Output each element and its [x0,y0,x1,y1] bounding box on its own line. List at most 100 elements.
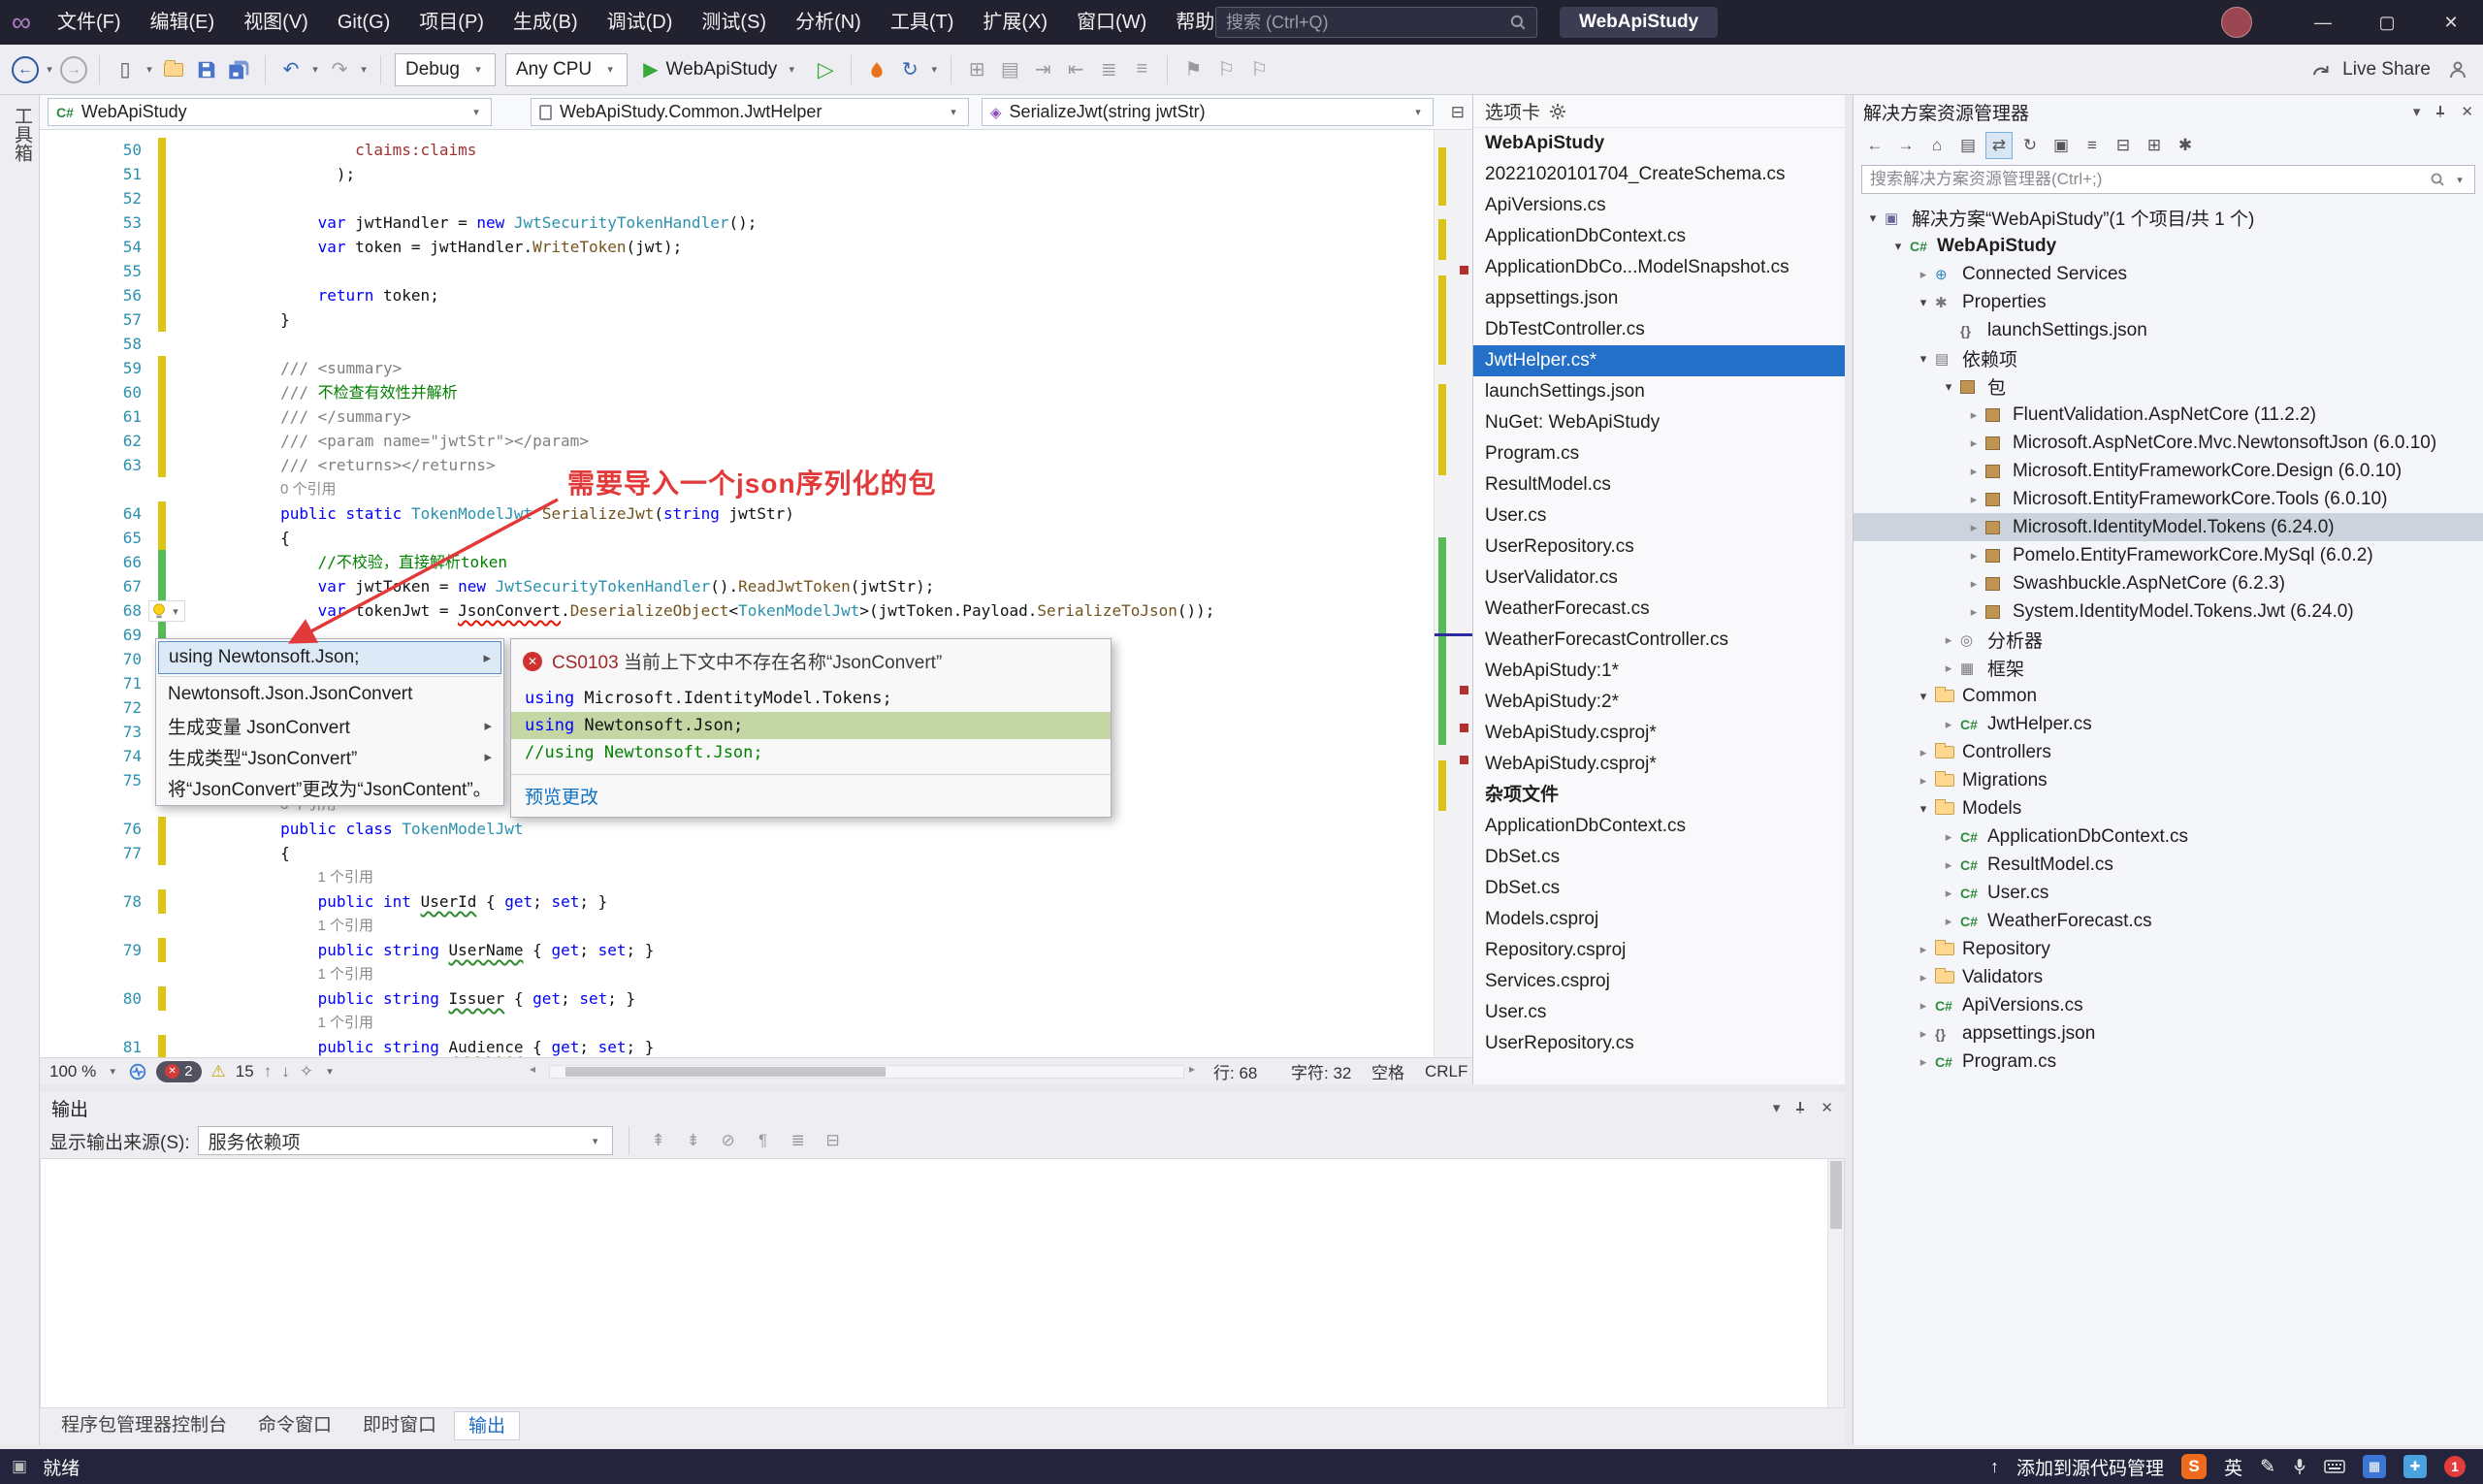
close-icon[interactable]: ✕ [2461,103,2473,120]
vertical-splitter[interactable] [1845,95,1853,1445]
expander-icon[interactable]: ▸ [1962,436,1985,451]
zoom-level[interactable]: 100 % [49,1062,96,1081]
live-share-icon[interactable] [2306,54,2337,85]
expander-icon[interactable]: ▾ [1912,351,1935,367]
code-line-text[interactable]: var jwtHandler = new JwtSecurityTokenHan… [206,210,757,235]
indent-icon[interactable]: ⇥ [1027,54,1058,85]
uncomment-icon[interactable]: ≡ [1126,54,1157,85]
tree-item[interactable]: ▸System.IdentityModel.Tokens.Jwt (6.24.0… [1854,597,2483,626]
quick-search[interactable] [1215,7,1537,38]
restart-app-button[interactable]: ↻ [894,54,925,85]
code-line-text[interactable]: { [206,526,290,550]
add-to-source-control-button[interactable]: 添加到源代码管理 [2016,1454,2164,1480]
save-all-button[interactable] [224,54,255,85]
hot-reload-dropdown-icon[interactable]: ▾ [927,63,941,76]
tree-item[interactable]: ▸Microsoft.EntityFrameworkCore.Design (6… [1854,457,2483,485]
menu-item[interactable]: 生成(B) [499,0,593,45]
notification-badge[interactable]: 1 [2444,1456,2466,1477]
expander-icon[interactable]: ▾ [1912,295,1935,310]
expander-icon[interactable]: ▸ [1912,773,1935,789]
quick-fix-item[interactable]: 将“JsonConvert”更改为“JsonContent”。 [158,772,501,803]
open-document-item[interactable]: DbSet.cs [1473,873,1845,904]
editor-scrollbar[interactable] [1434,130,1472,1057]
menu-item[interactable]: 测试(S) [687,0,781,45]
code-line-text[interactable]: /// </summary> [206,404,411,429]
tree-item[interactable]: ▸Microsoft.EntityFrameworkCore.Tools (6.… [1854,485,2483,513]
tree-item[interactable]: ▸◎分析器 [1854,626,2483,654]
open-document-item[interactable]: ResultModel.cs [1473,469,1845,500]
open-document-item[interactable]: WebApiStudy:2* [1473,687,1845,718]
ime-pencil-icon[interactable]: ✎ [2260,1456,2275,1478]
indent-mode[interactable]: 空格 [1371,1058,1404,1084]
tree-item[interactable]: ▸C#User.cs [1854,879,2483,907]
ime-mode[interactable]: 英 [2224,1454,2242,1480]
open-document-item[interactable]: Program.cs [1473,438,1845,469]
expander-icon[interactable]: ▸ [1937,661,1960,676]
panel-tab[interactable]: 程序包管理器控制台 [48,1411,241,1440]
expander-icon[interactable]: ▸ [1962,548,1985,564]
feedback-icon[interactable] [2442,54,2473,85]
nest-files-icon[interactable]: ▣ [2048,132,2075,159]
ime-settings-icon[interactable]: ✚ [2403,1455,2427,1478]
output-scrollbar-thumb[interactable] [1830,1161,1842,1229]
solution-platforms-dropdown[interactable]: Any CPU▾ [505,53,628,86]
start-debugging-button[interactable]: ▶ WebApiStudy ▾ [633,57,808,81]
maximize-button[interactable]: ▢ [2355,0,2419,45]
open-document-item[interactable]: WebApiStudy:1* [1473,656,1845,687]
menu-item[interactable]: 视图(V) [229,0,323,45]
minimize-button[interactable]: — [2291,0,2355,45]
expander-icon[interactable]: ▸ [1962,407,1985,423]
expander-icon[interactable]: ▸ [1962,464,1985,479]
expander-icon[interactable]: ▾ [1937,379,1960,395]
panel-tab[interactable]: 命令窗口 [244,1411,345,1440]
open-document-item[interactable]: WeatherForecastController.cs [1473,625,1845,656]
collapse-output-icon[interactable]: ⊟ [820,1128,847,1153]
tree-item[interactable]: ▸Migrations [1854,766,2483,794]
open-document-item[interactable]: WebApiStudy.csproj* [1473,718,1845,749]
code-line-text[interactable]: /// 不检查有效性并解析 [206,380,458,404]
switch-views-icon[interactable]: ▤ [1954,132,1982,159]
comment-icon[interactable]: ≣ [1093,54,1124,85]
preview-selected-icon[interactable]: ⊞ [2141,132,2168,159]
tree-item[interactable]: ▾包 [1854,372,2483,401]
save-button[interactable] [191,54,222,85]
undo-dropdown-icon[interactable]: ▾ [308,63,322,76]
expander-icon[interactable]: ▸ [1937,886,1960,901]
microphone-icon[interactable] [2293,1458,2306,1475]
panel-tab[interactable]: 输出 [454,1411,520,1440]
open-document-item[interactable]: ApiVersions.cs [1473,190,1845,221]
quick-fix-item[interactable]: 生成变量 JsonConvert▸ [158,710,501,741]
tree-item[interactable]: ▸C#WeatherForecast.cs [1854,907,2483,935]
open-document-item[interactable]: ApplicationDbContext.cs [1473,221,1845,252]
tree-item[interactable]: ▸C#JwtHelper.cs [1854,710,2483,738]
toolbox-tab[interactable]: 工具箱 [0,95,44,174]
expander-icon[interactable]: ▸ [1912,998,1935,1014]
code-line-text[interactable]: public class TokenModelJwt [206,817,524,841]
output-scrollbar[interactable] [1827,1159,1844,1407]
open-document-item[interactable]: NuGet: WebApiStudy [1473,407,1845,438]
tree-item[interactable]: ▸Swashbuckle.AspNetCore (6.2.3) [1854,569,2483,597]
next-bookmark-icon[interactable]: ⚐ [1243,54,1274,85]
bookmark-icon[interactable]: ⚑ [1177,54,1209,85]
open-document-item[interactable]: WeatherForecast.cs [1473,594,1845,625]
start-without-debugging-button[interactable]: ▷ [810,54,841,85]
new-file-dropdown-icon[interactable]: ▾ [143,63,156,76]
codelens-references[interactable]: 1 个引用 [206,914,373,938]
error-count-badge[interactable]: ✕ 2 [156,1061,201,1082]
line-ending-mode[interactable]: CRLF [1425,1058,1467,1084]
code-line-text[interactable]: var token = jwtHandler.WriteToken(jwt); [206,235,682,259]
expander-icon[interactable]: ▸ [1962,492,1985,507]
previous-issue-button[interactable]: ↑ [264,1062,273,1081]
expander-icon[interactable]: ▾ [1861,210,1885,226]
open-document-item[interactable]: 20221020101704_CreateSchema.cs [1473,159,1845,190]
close-button[interactable]: ✕ [2419,0,2483,45]
outdent-icon[interactable]: ⇤ [1060,54,1091,85]
background-tasks-icon[interactable]: ▣ [12,1457,27,1476]
redo-button[interactable]: ↷ [324,54,355,85]
menu-item[interactable]: 窗口(W) [1062,0,1161,45]
solution-search-input[interactable] [1870,170,2422,189]
tree-item[interactable]: ▸Pomelo.EntityFrameworkCore.MySql (6.0.2… [1854,541,2483,569]
tree-item[interactable]: ▸Microsoft.IdentityModel.Tokens (6.24.0) [1854,513,2483,541]
open-document-item[interactable]: WebApiStudy.csproj* [1473,749,1845,780]
output-content[interactable] [40,1158,1845,1408]
